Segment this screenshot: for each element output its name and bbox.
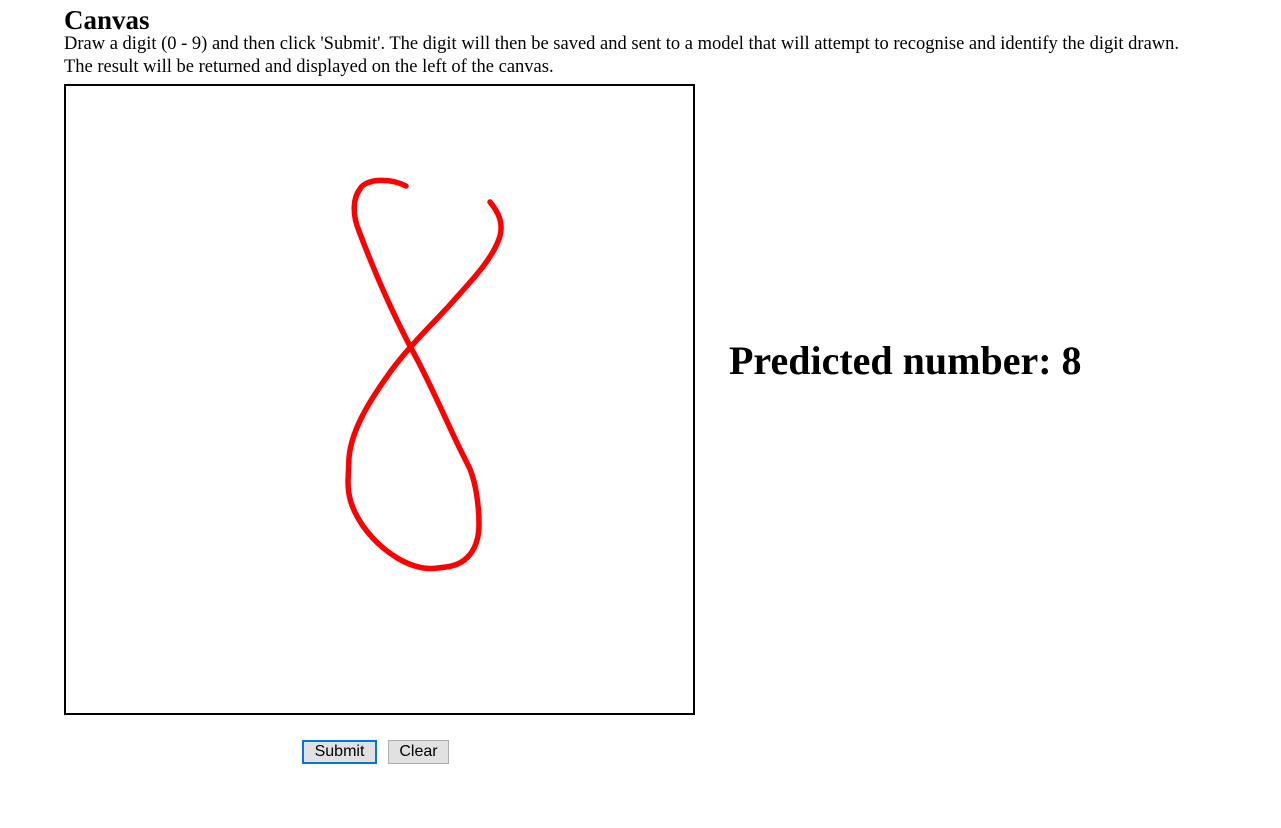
page-title: Canvas [64,5,150,35]
clear-button[interactable]: Clear [388,740,449,764]
prediction-result: Predicted number: 8 [729,338,1082,383]
drawing-canvas[interactable] [64,84,695,715]
instructions: Draw a digit (0 - 9) and then click 'Sub… [64,33,1179,79]
drawn-digit-stroke [345,177,504,572]
submit-button[interactable]: Submit [302,740,377,764]
instructions-line-2: The result will be returned and displaye… [64,57,554,77]
page: Canvas Draw a digit (0 - 9) and then cli… [0,0,1281,828]
instructions-line-1: Draw a digit (0 - 9) and then click 'Sub… [64,34,1180,54]
digit-8-stroke [345,177,504,572]
